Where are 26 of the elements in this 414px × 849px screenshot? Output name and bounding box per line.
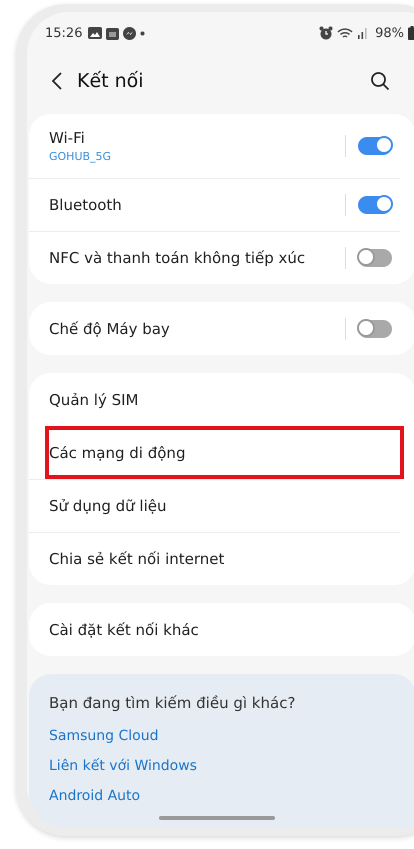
item-label: Chia sẻ kết nối internet [49,550,226,568]
suggestion-link[interactable]: Samsung Cloud [49,728,396,744]
settings-item[interactable]: Sử dụng dữ liệu [29,479,400,532]
item-label: NFC và thanh toán không tiếp xúc [49,249,306,267]
battery-percent: 98% [375,26,404,40]
settings-item[interactable]: Bluetooth [29,178,400,231]
settings-item[interactable]: NFC và thanh toán không tiếp xúc [29,231,400,284]
settings-item[interactable]: Chia sẻ kết nối internet [29,532,400,585]
item-label: Bluetooth [49,196,123,214]
settings-item[interactable]: Wi-Fi GOHUB_5G [29,114,400,178]
suggestion-link[interactable]: Liên kết với Windows [49,758,396,774]
page-title: Kết nối [77,70,144,92]
settings-item[interactable]: Chế độ Máy bay [29,302,400,355]
item-label: Chế độ Máy bay [49,320,171,338]
settings-item[interactable]: Quản lý SIM [29,373,400,426]
item-subtitle: GOHUB_5G [49,150,112,163]
suggestion-link[interactable]: Android Auto [49,788,396,804]
status-time: 15:26 [45,26,82,40]
suggestions-title: Bạn đang tìm kiếm điều gì khác? [49,694,296,712]
item-label: Wi-Fi [49,129,86,147]
item-label: Sử dụng dữ liệu [49,497,168,515]
settings-item[interactable]: Các mạng di động [45,426,404,479]
item-label: Các mạng di động [49,444,186,462]
item-label: Cài đặt kết nối khác [49,620,200,638]
item-label: Quản lý SIM [49,390,140,408]
settings-item[interactable]: Cài đặt kết nối khác [29,603,400,656]
